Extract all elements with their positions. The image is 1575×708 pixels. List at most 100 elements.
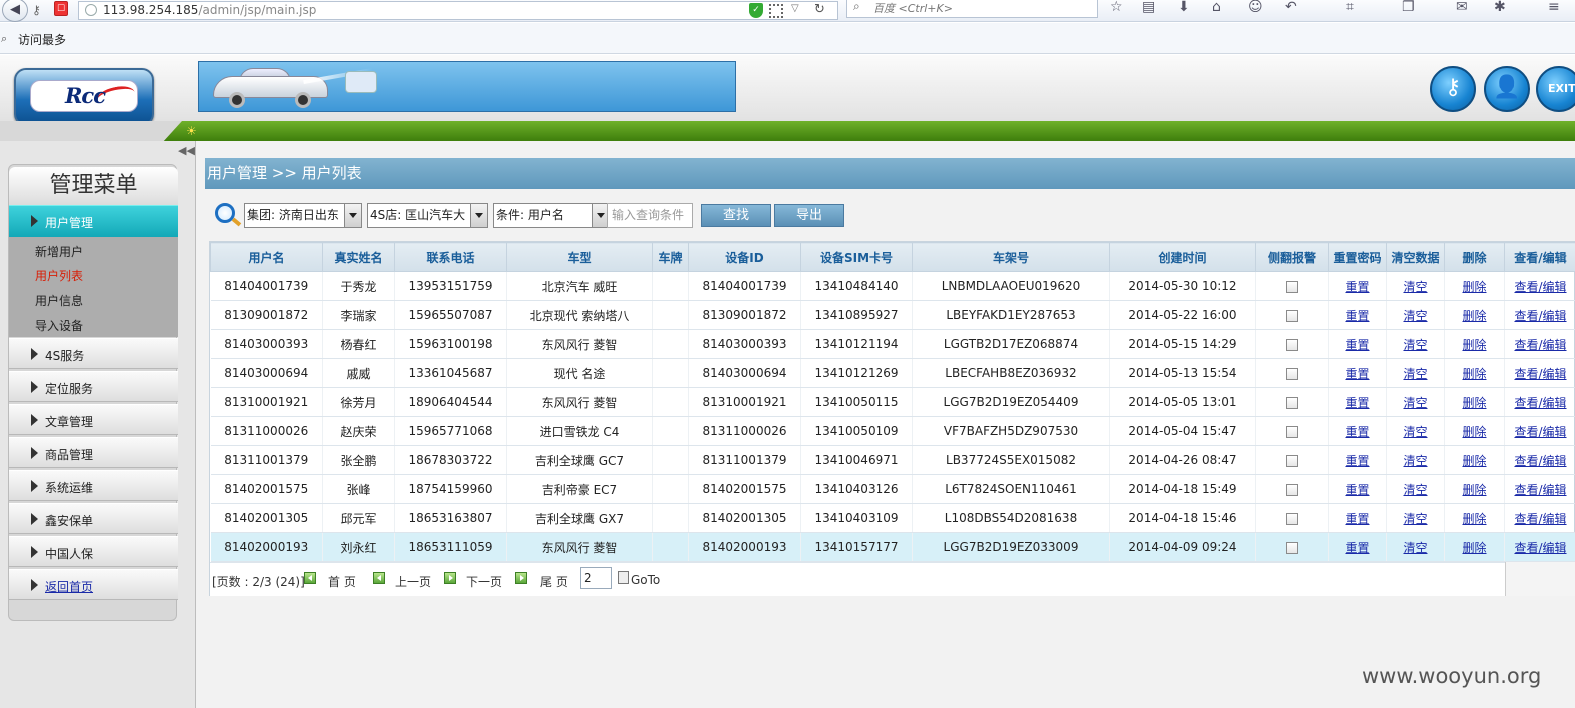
query-input[interactable]: 输入查询条件: [607, 203, 693, 228]
next-page-icon[interactable]: [444, 572, 456, 584]
clear-data-link[interactable]: 清空: [1403, 483, 1427, 497]
home-icon[interactable]: ⌂: [1212, 0, 1221, 15]
sidebar-item-location[interactable]: 定位服务: [9, 371, 178, 402]
last-page-link[interactable]: 尾 页: [540, 573, 568, 590]
chevron-down-icon[interactable]: ▽: [791, 3, 799, 14]
clear-data-link[interactable]: 清空: [1403, 367, 1427, 381]
first-page-link[interactable]: 首 页: [328, 573, 356, 590]
delete-link[interactable]: 删除: [1462, 541, 1486, 555]
delete-link[interactable]: 删除: [1462, 396, 1486, 410]
reset-password-link[interactable]: 重置: [1345, 396, 1369, 410]
reset-password-link[interactable]: 重置: [1345, 280, 1369, 294]
security-icon[interactable]: ☐: [54, 1, 68, 16]
delete-link[interactable]: 删除: [1462, 425, 1486, 439]
view-edit-link[interactable]: 查看/编辑: [1514, 483, 1566, 497]
delete-link[interactable]: 删除: [1462, 367, 1486, 381]
group-select[interactable]: 集团: 济南日出东: [244, 203, 362, 228]
sidebar-item-products[interactable]: 商品管理: [9, 437, 178, 468]
search-button[interactable]: 查找: [701, 204, 771, 227]
clear-data-link[interactable]: 清空: [1403, 338, 1427, 352]
view-edit-link[interactable]: 查看/编辑: [1514, 309, 1566, 323]
rollover-alarm-checkbox[interactable]: [1286, 425, 1298, 438]
exit-button[interactable]: EXIT: [1536, 66, 1575, 112]
view-edit-link[interactable]: 查看/编辑: [1514, 541, 1566, 555]
reset-password-link[interactable]: 重置: [1345, 512, 1369, 526]
menu-icon[interactable]: ≡: [1548, 0, 1560, 15]
prev-page-link[interactable]: 上一页: [395, 573, 431, 590]
bug-icon[interactable]: ✱: [1494, 0, 1506, 15]
sidebar-item-articles[interactable]: 文章管理: [9, 404, 178, 435]
clear-data-link[interactable]: 清空: [1403, 309, 1427, 323]
view-edit-link[interactable]: 查看/编辑: [1514, 425, 1566, 439]
undo-icon[interactable]: ↶: [1285, 0, 1297, 15]
address-field[interactable]: 113.98.254.185/admin/jsp/main.jsp ✓ ▽ ↻: [78, 1, 838, 20]
rollover-alarm-checkbox[interactable]: [1286, 396, 1298, 409]
page-number-input[interactable]: 2: [580, 567, 612, 589]
bookmark-most-visited[interactable]: 访问最多: [18, 31, 66, 48]
view-edit-link[interactable]: 查看/编辑: [1514, 367, 1566, 381]
reset-password-link[interactable]: 重置: [1345, 541, 1369, 555]
rollover-alarm-checkbox[interactable]: [1286, 280, 1298, 293]
rollover-alarm-checkbox[interactable]: [1286, 367, 1298, 380]
chat-icon[interactable]: ✉: [1456, 0, 1468, 15]
next-page-link[interactable]: 下一页: [466, 573, 502, 590]
delete-link[interactable]: 删除: [1462, 512, 1486, 526]
rollover-alarm-checkbox[interactable]: [1286, 512, 1298, 525]
view-edit-link[interactable]: 查看/编辑: [1514, 338, 1566, 352]
window-icon[interactable]: ❐: [1402, 0, 1415, 15]
collapse-icon[interactable]: ◀◀: [178, 144, 195, 157]
sidebar-item-home[interactable]: 返回首页: [9, 569, 178, 600]
view-edit-link[interactable]: 查看/编辑: [1514, 396, 1566, 410]
reset-password-link[interactable]: 重置: [1345, 425, 1369, 439]
rollover-alarm-checkbox[interactable]: [1286, 541, 1298, 554]
crop-icon[interactable]: ⌗: [1346, 0, 1354, 15]
sidebar-item-picc[interactable]: 中国人保: [9, 536, 178, 567]
reset-password-link[interactable]: 重置: [1345, 454, 1369, 468]
goto-link[interactable]: GoTo: [631, 573, 660, 587]
clipboard-icon[interactable]: ▤: [1142, 0, 1155, 15]
browser-search-input[interactable]: ⌕ 百度 <Ctrl+K>: [846, 0, 1098, 18]
key-icon[interactable]: ⚷: [32, 3, 41, 17]
first-page-icon[interactable]: [304, 572, 316, 584]
download-icon[interactable]: ⬇: [1178, 0, 1190, 15]
rollover-alarm-checkbox[interactable]: [1286, 338, 1298, 351]
view-edit-link[interactable]: 查看/编辑: [1514, 454, 1566, 468]
condition-select[interactable]: 条件: 用户名: [493, 203, 610, 228]
shield-icon[interactable]: ✓: [749, 3, 763, 18]
star-icon[interactable]: ☆: [1110, 0, 1123, 15]
shop-select[interactable]: 4S店: 匡山汽车大: [367, 203, 488, 228]
delete-link[interactable]: 删除: [1462, 338, 1486, 352]
clear-data-link[interactable]: 清空: [1403, 425, 1427, 439]
dropdown-button[interactable]: [470, 204, 487, 227]
delete-link[interactable]: 删除: [1462, 483, 1486, 497]
delete-link[interactable]: 删除: [1462, 309, 1486, 323]
reload-icon[interactable]: ↻: [814, 2, 825, 17]
submenu-item-user-info[interactable]: 用户信息: [35, 292, 83, 309]
sidebar-item-system-ops[interactable]: 系统运维: [9, 470, 178, 501]
back-button[interactable]: ◀: [2, 0, 28, 22]
view-edit-link[interactable]: 查看/编辑: [1514, 512, 1566, 526]
prev-page-icon[interactable]: [373, 572, 385, 584]
clear-data-link[interactable]: 清空: [1403, 396, 1427, 410]
delete-link[interactable]: 删除: [1462, 454, 1486, 468]
qr-code-icon[interactable]: [769, 4, 783, 18]
key-button[interactable]: ⚷: [1430, 66, 1476, 112]
reset-password-link[interactable]: 重置: [1345, 338, 1369, 352]
submenu-item-import-device[interactable]: 导入设备: [35, 317, 83, 334]
clear-data-link[interactable]: 清空: [1403, 454, 1427, 468]
view-edit-link[interactable]: 查看/编辑: [1514, 280, 1566, 294]
submenu-item-user-list[interactable]: 用户列表: [35, 267, 83, 284]
clear-data-link[interactable]: 清空: [1403, 541, 1427, 555]
delete-link[interactable]: 删除: [1462, 280, 1486, 294]
sidebar-item-4s-service[interactable]: 4S服务: [9, 338, 178, 369]
reset-password-link[interactable]: 重置: [1345, 367, 1369, 381]
export-button[interactable]: 导出: [774, 204, 844, 227]
logo[interactable]: Rcc: [14, 68, 154, 126]
user-button[interactable]: 👤: [1484, 66, 1530, 112]
dropdown-button[interactable]: [344, 204, 361, 227]
reset-password-link[interactable]: 重置: [1345, 483, 1369, 497]
reset-password-link[interactable]: 重置: [1345, 309, 1369, 323]
submenu-item-add-user[interactable]: 新增用户: [35, 243, 83, 260]
rollover-alarm-checkbox[interactable]: [1286, 309, 1298, 322]
smiley-icon[interactable]: ☺: [1248, 0, 1263, 15]
